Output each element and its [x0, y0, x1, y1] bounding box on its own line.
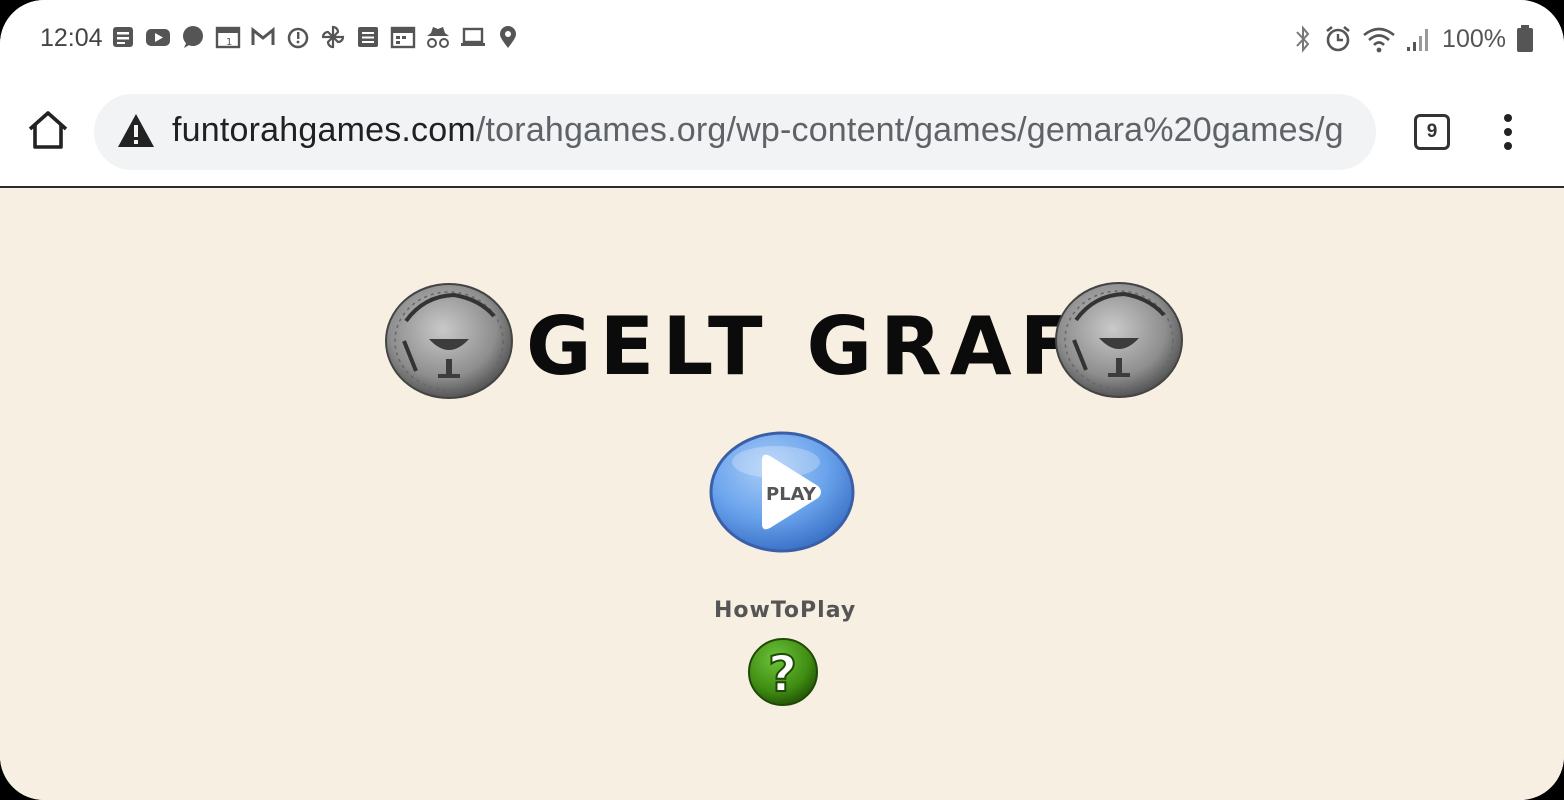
battery-percentage: 100%: [1442, 24, 1506, 53]
url-domain: funtorahgames.com: [172, 111, 476, 149]
location-pin-icon: [500, 26, 516, 48]
tab-count: 9: [1426, 121, 1438, 142]
alarm-icon: [1326, 25, 1350, 52]
shekel-coin-image: [1055, 282, 1183, 398]
help-button[interactable]: ?: [746, 636, 820, 708]
laptop-icon: [461, 27, 485, 46]
play-button[interactable]: PLAY: [708, 430, 856, 554]
calendar-icon: 1: [215, 26, 241, 49]
battery-icon: [1517, 25, 1533, 52]
phone-screen: 12:04 1 100% funtorahgames.com/torahgame…: [0, 0, 1564, 800]
address-bar[interactable]: funtorahgames.com/torahgames.org/wp-cont…: [94, 94, 1376, 170]
news-icon: [113, 27, 133, 47]
home-icon[interactable]: [24, 106, 72, 154]
chat-bubble-icon: [183, 26, 203, 48]
status-bar: 12:04 1 100%: [0, 0, 1564, 78]
alarm-icon: [287, 27, 309, 49]
pinwheel-icon: [321, 25, 345, 49]
url-text[interactable]: funtorahgames.com/torahgames.org/wp-cont…: [172, 111, 1344, 150]
url-path: /torahgames.org/wp-content/games/gemara%…: [475, 111, 1344, 149]
status-time: 12:04: [40, 24, 103, 52]
calendar-grid-icon: [390, 26, 416, 49]
game-page: GELT GRAFT PLAY HowToPlay ?: [0, 188, 1564, 800]
wifi-icon: [1363, 27, 1395, 53]
youtube-icon: [146, 29, 170, 46]
gmail-icon: [251, 26, 275, 45]
system-icons: 100%: [1292, 24, 1534, 54]
tab-switcher-button[interactable]: 9: [1414, 114, 1450, 150]
more-menu-icon[interactable]: [1496, 112, 1520, 152]
signal-icon: [1407, 29, 1429, 51]
question-mark-icon: ?: [768, 645, 797, 703]
bluetooth-icon: [1296, 25, 1310, 53]
notes-icon: [358, 27, 378, 47]
svg-text:1: 1: [226, 37, 232, 48]
browser-toolbar: funtorahgames.com/torahgames.org/wp-cont…: [0, 78, 1564, 188]
game-title: GELT GRAFT: [526, 300, 1145, 393]
notification-icons: 1: [110, 24, 521, 50]
how-to-play-label: HowToPlay: [714, 598, 857, 623]
warning-icon[interactable]: [116, 112, 156, 150]
shekel-coin-image: [385, 283, 513, 399]
play-label: PLAY: [766, 484, 817, 505]
incognito-icon: [427, 27, 449, 48]
